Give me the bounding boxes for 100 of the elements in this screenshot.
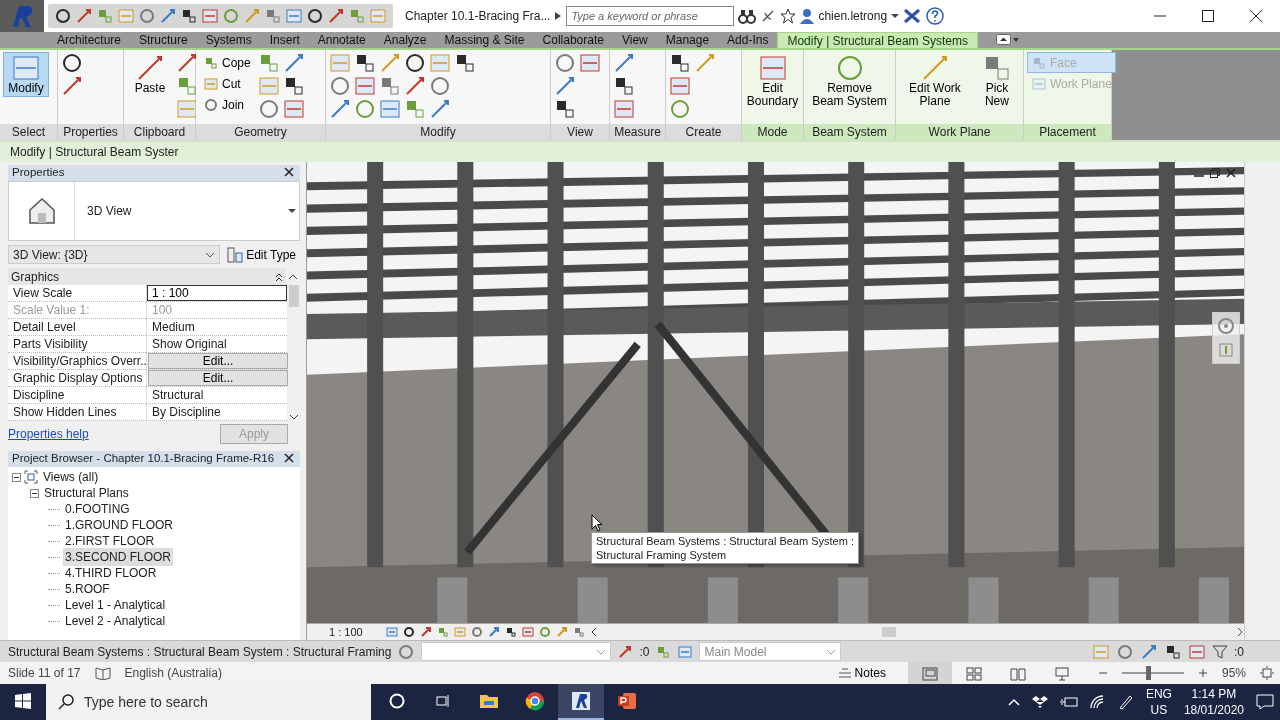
ribbon-button[interactable]: Edit Work Plane — [899, 52, 971, 110]
search-field[interactable]: Type a keyword or phrase — [566, 6, 735, 26]
tree-item[interactable]: 1.GROUND FLOOR — [63, 516, 175, 534]
tool-icon[interactable] — [54, 7, 72, 25]
scroll-down-icon[interactable] — [288, 413, 299, 421]
expander-icon[interactable] — [12, 472, 21, 482]
x-logo-icon[interactable] — [903, 8, 922, 24]
ribbon-tab[interactable]: Annotate — [308, 32, 375, 48]
tool-icon[interactable] — [401, 625, 416, 639]
ribbon-tab[interactable]: Manage — [656, 32, 719, 48]
close-icon[interactable] — [1226, 168, 1236, 178]
view-scale[interactable]: 1 : 100 — [329, 623, 363, 641]
zoom-level[interactable]: 95% — [1221, 664, 1246, 682]
ribbon-button[interactable]: Pick New — [973, 52, 1020, 110]
chevron-up-icon[interactable] — [1007, 698, 1020, 706]
dropdown-icon[interactable] — [288, 208, 296, 214]
tree-item[interactable]: Structural Plans — [42, 484, 131, 502]
fit-icon[interactable] — [1260, 666, 1274, 680]
edit-button[interactable]: Edit... — [148, 370, 289, 386]
tree-item[interactable]: 3.SECOND FLOOR — [63, 548, 174, 566]
tree-item[interactable]: Views (all) — [41, 468, 101, 486]
ribbon-tab[interactable]: Analyze — [374, 32, 436, 48]
power-plug-icon[interactable] — [1059, 696, 1078, 708]
dropbox-icon[interactable] — [1031, 695, 1048, 709]
tool-icon[interactable] — [354, 52, 376, 74]
scrollbar-thumb[interactable] — [881, 627, 896, 637]
panel-title: Placement — [1024, 124, 1111, 140]
pen-icon[interactable] — [1117, 694, 1134, 710]
book-icon[interactable] — [94, 666, 111, 680]
tool-icon[interactable] — [180, 7, 198, 25]
edit-type-button[interactable]: Edit Type — [223, 244, 300, 265]
tool-icon[interactable] — [613, 75, 635, 97]
ribbon-button[interactable]: Join — [199, 94, 255, 115]
language-indicator[interactable]: ENG US — [1145, 686, 1172, 718]
reading-view-icon — [1009, 666, 1026, 681]
close-button[interactable] — [284, 167, 296, 179]
ribbon-button[interactable]: Modify — [3, 52, 49, 97]
binoculars-icon[interactable] — [738, 8, 757, 24]
scrollbar-thumb[interactable] — [288, 285, 299, 307]
restore-icon[interactable] — [1210, 168, 1220, 178]
caret-icon[interactable] — [891, 13, 900, 19]
tree-item[interactable]: 0.FOOTING — [63, 500, 132, 518]
ribbon-button[interactable]: Paste — [127, 52, 173, 97]
expand-icon[interactable] — [554, 11, 563, 21]
ribbon-tab[interactable]: Collaborate — [533, 32, 613, 48]
ribbon-tab[interactable]: Architecture — [48, 32, 131, 48]
ribbon-button[interactable]: Edit Boundary — [745, 52, 800, 110]
close-icon[interactable] — [1250, 10, 1262, 22]
scroll-right-icon[interactable] — [1236, 627, 1244, 637]
collapse-icon[interactable] — [275, 271, 283, 282]
tool-icon[interactable] — [554, 98, 576, 120]
tool-icon[interactable] — [669, 52, 691, 74]
scroll-left-icon[interactable] — [589, 627, 598, 637]
filter-icon[interactable] — [1212, 643, 1228, 660]
ribbon-tab[interactable]: Modify | Structural Beam Systems — [777, 32, 978, 48]
ribbon-tab[interactable]: Add-Ins — [718, 32, 778, 48]
tool-icon[interactable] — [306, 7, 324, 25]
tree-item[interactable]: 2.FIRST FLOOR — [63, 532, 157, 550]
ribbon-button[interactable]: Cut — [199, 73, 255, 94]
close-button[interactable] — [284, 453, 296, 465]
edit-button[interactable]: Edit... — [148, 353, 289, 369]
zoom-in-icon[interactable] — [1197, 668, 1208, 678]
tool-icon[interactable] — [404, 52, 426, 74]
ribbon-tab[interactable]: Massing & Site — [435, 32, 534, 48]
ribbon-tab[interactable]: View — [612, 32, 657, 48]
user-name[interactable]: chien.letrong — [818, 7, 888, 25]
taskbar-app[interactable] — [558, 684, 604, 720]
ribbon-button[interactable]: Remove Beam System — [807, 52, 892, 110]
taskbar-search-field[interactable]: Type here to search — [46, 684, 371, 720]
property-value: By Discipline — [146, 404, 288, 421]
design-option-dropdown[interactable]: Main Model — [699, 642, 842, 661]
ribbon-tab[interactable]: Structure — [130, 32, 197, 48]
ribbon-button[interactable]: Cope — [199, 52, 255, 73]
help-icon[interactable] — [925, 6, 946, 26]
tool-icon[interactable] — [454, 52, 476, 74]
tree-item[interactable]: 5.ROOF — [63, 580, 112, 598]
language-label[interactable]: English (Australia) — [124, 664, 222, 682]
star-icon[interactable] — [780, 8, 797, 24]
properties-help-link[interactable]: Properties help — [8, 425, 89, 443]
view-toggle[interactable] — [907, 662, 952, 684]
expander-icon[interactable] — [30, 488, 39, 498]
notes-button[interactable]: Notes — [829, 662, 894, 684]
wifi-icon[interactable] — [1089, 695, 1106, 709]
language-code: US — [1150, 702, 1168, 718]
maximize-icon[interactable] — [1202, 10, 1214, 22]
slider-thumb[interactable] — [1146, 666, 1151, 680]
tool-icon[interactable] — [61, 52, 83, 74]
instance-dropdown[interactable]: 3D View: {3D} — [8, 245, 221, 264]
notification-icon[interactable] — [1256, 694, 1274, 710]
tree-item[interactable]: Level 2 - Analytical — [63, 612, 168, 630]
search-icon — [58, 694, 74, 710]
tree-item[interactable]: 4.THIRD FLOOR — [63, 564, 159, 582]
panel-title: View — [551, 124, 609, 140]
clock[interactable]: 1:14 PM 18/01/2020 — [1183, 686, 1244, 718]
chevron-icon — [205, 251, 216, 258]
ribbon-tab[interactable]: Insert — [260, 32, 309, 48]
ribbon-toggle-icon[interactable] — [995, 34, 1020, 46]
property-value-field[interactable]: 1 : 100 — [147, 285, 288, 301]
tree-item[interactable]: Level 1 - Analytical — [63, 596, 168, 614]
ribbon-tab[interactable]: Systems — [196, 32, 261, 48]
